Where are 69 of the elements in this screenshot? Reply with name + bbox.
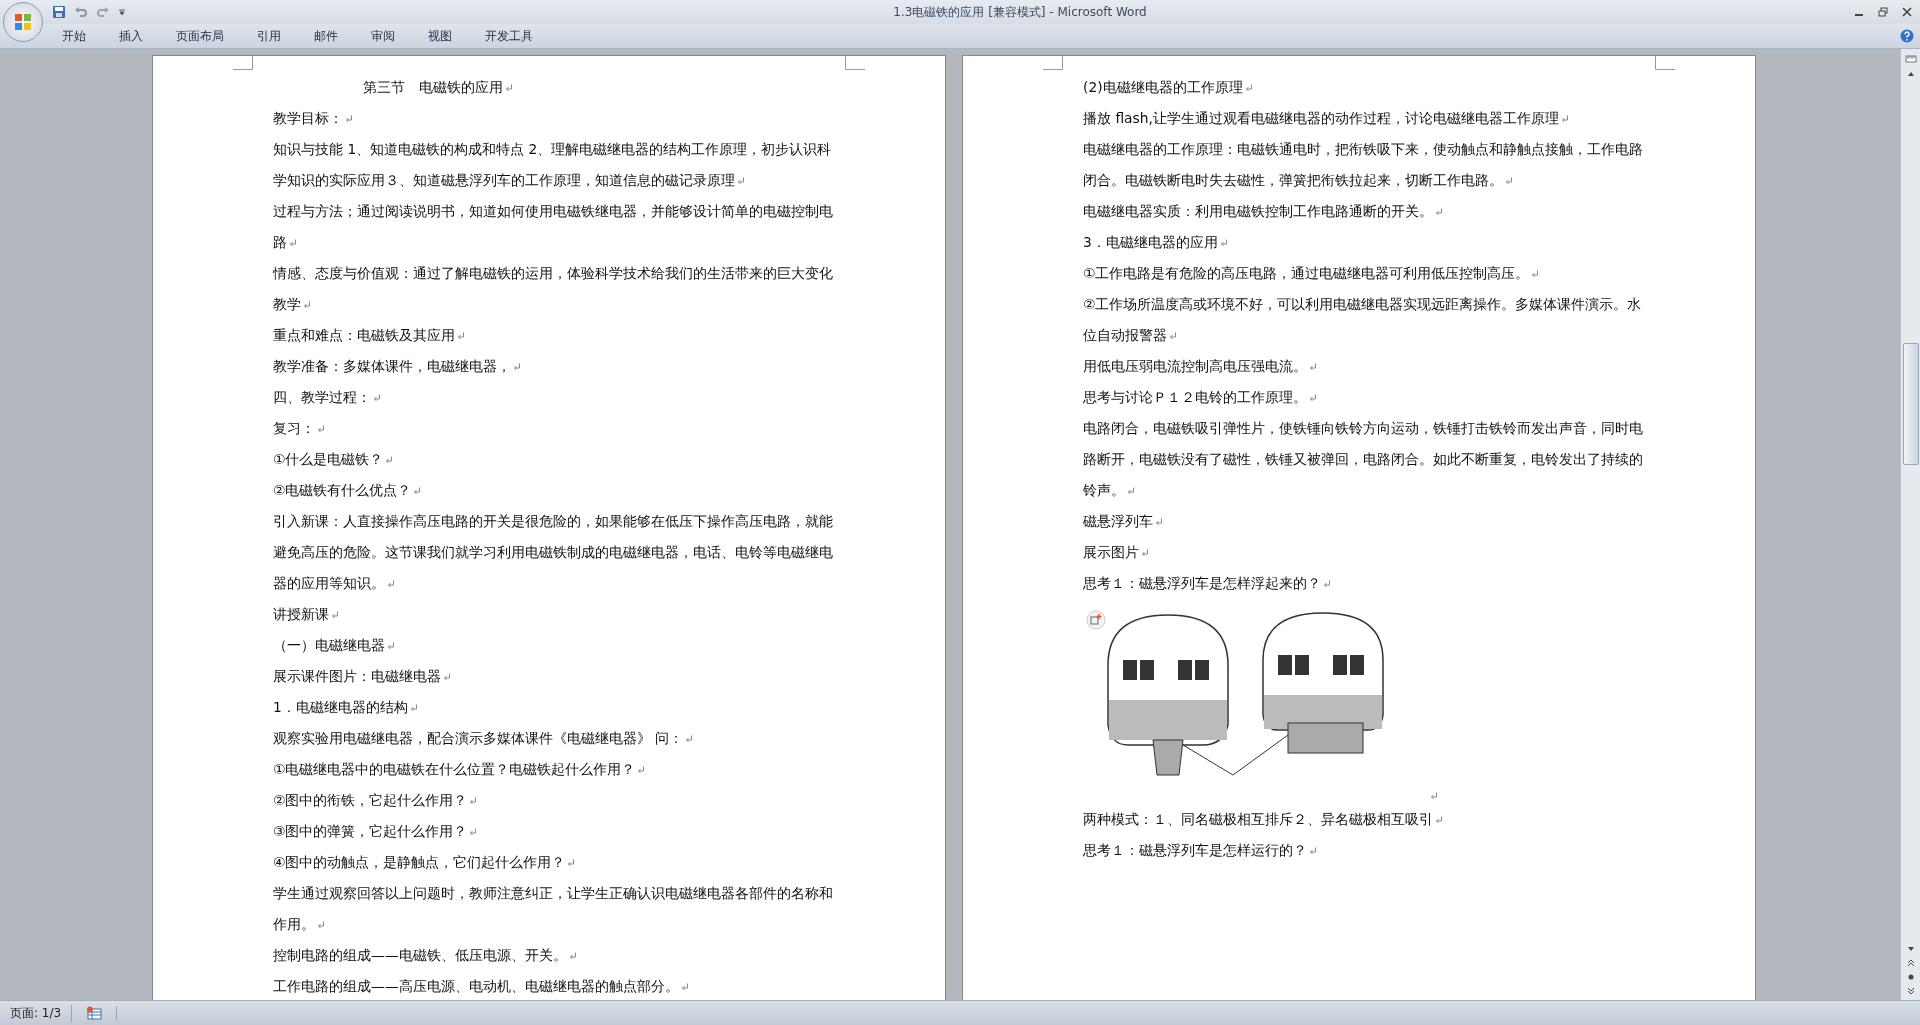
paragraph-text: 展示课件图片：电磁继电器 — [273, 661, 833, 692]
paragraph-mark-icon — [1430, 792, 1438, 800]
paragraph-text: (2)电磁继电器的工作原理 — [1083, 72, 1643, 103]
previous-page-icon[interactable] — [1905, 958, 1916, 968]
next-page-icon[interactable] — [1905, 986, 1916, 996]
crop-mark — [1043, 56, 1063, 70]
ribbon-tab[interactable]: 视图 — [414, 24, 466, 48]
paragraph-text: 重点和难点：电磁铁及其应用 — [273, 320, 833, 351]
paragraph-text: 工作电路的组成——高压电源、电动机、电磁继电器的触点部分。 — [273, 971, 833, 1000]
paragraph-text: 两种模式：１、同名磁极相互排斥２、异名磁极相互吸引 — [1083, 804, 1643, 835]
paragraph-text: 思考１：磁悬浮列车是怎样浮起来的？ — [1083, 568, 1643, 599]
paragraph-text: 展示图片 — [1083, 537, 1643, 568]
page-count[interactable]: 页面: 1/3 — [0, 1004, 73, 1022]
ruler-toggle-icon[interactable] — [1904, 53, 1917, 65]
paragraph-text: 教学准备：多媒体课件，电磁继电器， — [273, 351, 833, 382]
crop-mark — [233, 56, 253, 70]
crop-mark — [845, 56, 865, 70]
ribbon-tab[interactable]: 插入 — [105, 24, 157, 48]
help-icon[interactable] — [1900, 29, 1914, 43]
undo-icon[interactable] — [74, 5, 88, 19]
paragraph-text: 学生通过观察回答以上问题时，教师注意纠正，让学生正确认识电磁继电器各部件的名称和作用。 — [273, 878, 833, 940]
office-logo-icon — [13, 12, 33, 32]
window-title: 1.3电磁铁的应用 [兼容模式] - Microsoft Word — [892, 3, 1148, 21]
document-heading: 第三节 电磁铁的应用 — [273, 72, 833, 103]
paragraph-text: 电磁继电器的工作原理：电磁铁通电时，把衔铁吸下来，使动触点和静触点接触，工作电路闭合。电磁铁断电时失去磁性，弹簧把衔铁拉起来，切断工作电路。 — [1083, 134, 1643, 196]
paragraph-text: 播放 flash,让学生通过观看电磁继电器的动作过程，讨论电磁继电器工作原理 — [1083, 103, 1643, 134]
paragraph-text: ②工作场所温度高或环境不好，可以利用电磁继电器实现远距离操作。多媒体课件演示。水位自动报警器 — [1083, 289, 1643, 351]
ribbon-tab[interactable]: 引用 — [243, 24, 295, 48]
paragraph-text: 教学目标： — [273, 103, 833, 134]
scroll-thumb[interactable] — [1902, 343, 1919, 465]
paragraph-text: 电路闭合，电磁铁吸引弹性片，使铁锤向铁铃方向运动，铁锤打击铁铃而发出声音，同时电路断开，电磁铁没有了磁性，铁锤又被弹回，电路闭合。如此不断重复，电铃发出了持续的铃声。 — [1083, 413, 1643, 506]
close-icon[interactable] — [1902, 7, 1912, 17]
paragraph-text: ①电磁继电器中的电磁铁在什么位置？电磁铁起什么作用？ — [273, 754, 833, 785]
paragraph-text: 四、教学过程： — [273, 382, 833, 413]
paragraph-text: 复习： — [273, 413, 833, 444]
ribbon-tab[interactable]: 页面布局 — [162, 24, 238, 48]
layout-options-icon[interactable] — [1086, 610, 1106, 630]
ribbon-tab[interactable]: 开发工具 — [471, 24, 547, 48]
paragraph-text: 磁悬浮列车 — [1083, 506, 1643, 537]
paragraph-text: 控制电路的组成——电磁铁、低压电源、开关。 — [273, 940, 833, 971]
ribbon-tab[interactable]: 开始 — [48, 24, 100, 48]
save-icon[interactable] — [52, 5, 66, 19]
paragraph-text: 讲授新课 — [273, 599, 833, 630]
paragraph-text: 电磁继电器实质：利用电磁铁控制工作电路通断的开关。 — [1083, 196, 1643, 227]
paragraph-text: 知识与技能 1、知道电磁铁的构成和特点 2、理解电磁继电器的结构工作原理，初步认识科学知识的实际应用３、知道磁悬浮列车的工作原理，知道信息的磁记录原理 — [273, 134, 833, 196]
paragraph-text: 3．电磁继电器的应用 — [1083, 227, 1643, 258]
paragraph-text: 观察实验用电磁继电器，配合演示多媒体课件《电磁继电器》 问： — [273, 723, 833, 754]
customize-dropdown-icon[interactable] — [118, 8, 126, 16]
paragraph-text: 过程与方法；通过阅读说明书，知道如何使用电磁铁继电器，并能够设计简单的电磁控制电路 — [273, 196, 833, 258]
office-button[interactable] — [3, 2, 43, 42]
restore-icon[interactable] — [1878, 7, 1888, 17]
paragraph-text: ②电磁铁有什么优点？ — [273, 475, 833, 506]
paragraph-text: ③图中的弹簧，它起什么作用？ — [273, 816, 833, 847]
paragraph-text: ②图中的衔铁，它起什么作用？ — [273, 785, 833, 816]
paragraph-text: 用低电压弱电流控制高电压强电流。 — [1083, 351, 1643, 382]
macro-record-icon[interactable] — [86, 1006, 103, 1020]
paragraph-text: ①工作电路是有危险的高压电路，通过电磁继电器可利用低压控制高压。 — [1083, 258, 1643, 289]
crop-mark — [1655, 56, 1675, 70]
paragraph-text: 思考与讨论Ｐ１２电铃的工作原理。 — [1083, 382, 1643, 413]
paragraph-text: 引入新课：人直接操作高压电路的开关是很危险的，如果能够在低压下操作高压电路，就能避免高压的危险。这节课我们就学习利用电磁铁制成的电磁继电器，电话、电铃等电磁继电器的应用等知识。 — [273, 506, 833, 599]
paragraph-text: ①什么是电磁铁？ — [273, 444, 833, 475]
paragraph-text: ④图中的动触点，是静触点，它们起什么作用？ — [273, 847, 833, 878]
vertical-scrollbar[interactable] — [1900, 49, 1920, 1000]
ribbon-tab[interactable]: 审阅 — [357, 24, 409, 48]
paragraph-text: 思考１：磁悬浮列车是怎样运行的？ — [1083, 835, 1643, 866]
ribbon-tab[interactable]: 邮件 — [300, 24, 352, 48]
paragraph-text: 情感、态度与价值观：通过了解电磁铁的运用，体验科学技术给我们的生活带来的巨大变化教学 — [273, 258, 833, 320]
paragraph-text: 1．电磁继电器的结构 — [273, 692, 833, 723]
paragraph-text: （一）电磁继电器 — [273, 630, 833, 661]
